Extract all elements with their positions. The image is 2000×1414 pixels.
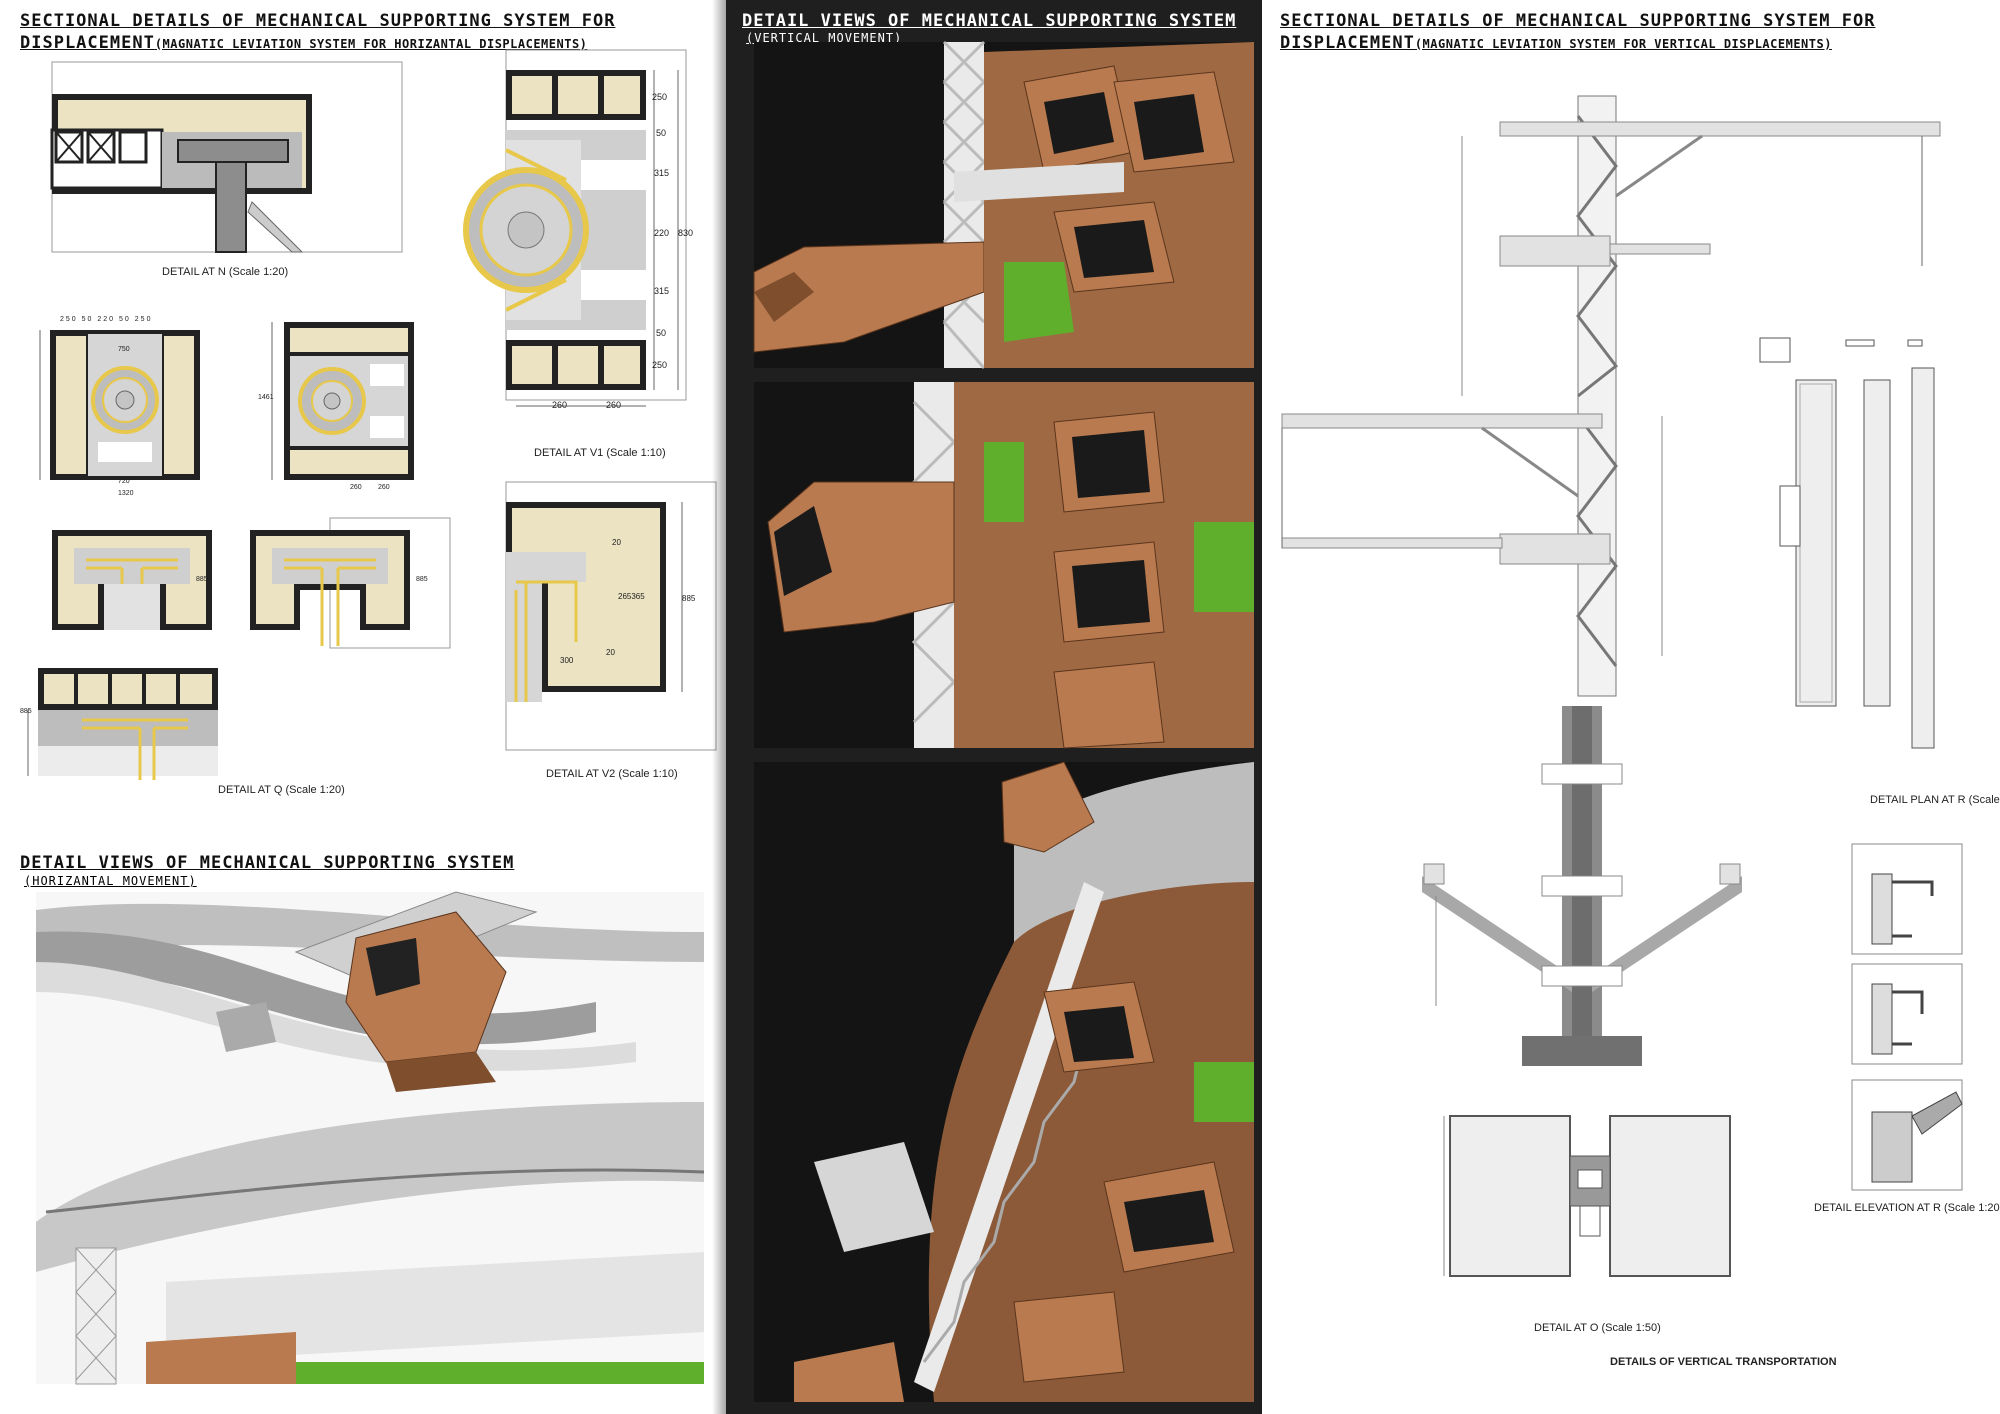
detail-v2-drawing xyxy=(505,481,717,751)
dim-v2-20a: 20 xyxy=(612,538,621,547)
horizontal-views-subtitle: (HORIZANTAL MOVEMENT) xyxy=(24,874,197,888)
dim-plan1-750: 750 xyxy=(118,346,130,353)
vertical-transport-label: DETAILS OF VERTICAL TRANSPORTATION xyxy=(1610,1356,1837,1368)
detail-o-label: DETAIL AT O (Scale 1:50) xyxy=(1534,1322,1661,1334)
dim-plan1-720: 720 xyxy=(118,478,130,485)
dim-v2-20b: 20 xyxy=(606,648,615,657)
dim-v2-885: 885 xyxy=(682,594,696,603)
vertical-truss-elevation xyxy=(1281,95,1941,697)
dim-section-a-885: 885 xyxy=(196,576,208,583)
dim-q-885: 885 xyxy=(20,708,32,715)
right-panel: SECTIONAL DETAILS OF MECHANICAL SUPPORTI… xyxy=(1262,0,2000,1414)
dim-v1-250a: 250 xyxy=(652,92,668,102)
dim-v1-315a: 315 xyxy=(654,168,670,178)
dim-v1-50b: 50 xyxy=(656,328,667,338)
left-panel: SECTIONAL DETAILS OF MECHANICAL SUPPORTI… xyxy=(0,0,726,1414)
detail-elevation-r-label: DETAIL ELEVATION AT R (Scale 1:20) xyxy=(1814,1202,2000,1214)
detail-plan-2-drawing xyxy=(271,322,414,480)
detail-v2-label: DETAIL AT V2 (Scale 1:10) xyxy=(546,768,678,780)
dim-v1-315b: 315 xyxy=(654,286,670,296)
left-panel-shadow xyxy=(712,0,726,1414)
detail-v1-drawing xyxy=(463,49,687,407)
detail-section-a-drawing xyxy=(52,530,212,630)
detail-elevation-r-drawing xyxy=(1851,843,1963,1191)
right-title: SECTIONAL DETAILS OF MECHANICAL SUPPORTI… xyxy=(1280,10,1990,55)
vertical-views-title: DETAIL VIEWS OF MECHANICAL SUPPORTING SY… xyxy=(742,11,1237,31)
detail-plan-r-label: DETAIL PLAN AT R (Scale 1:20) xyxy=(1870,794,2000,806)
dim-plan2-260b: 260 xyxy=(378,484,390,491)
plan1-top-dims: 250 50 220 50 250 xyxy=(60,316,153,323)
dim-v1-250b: 250 xyxy=(652,360,668,370)
vertical-render-3 xyxy=(754,761,1254,1402)
right-title-line1: SECTIONAL DETAILS OF MECHANICAL SUPPORTI… xyxy=(1280,11,1876,31)
dim-plan1-1320: 1320 xyxy=(118,490,134,497)
detail-o-column xyxy=(1422,706,1742,1066)
dim-section-b-885: 885 xyxy=(416,576,428,583)
dim-v1-260b: 260 xyxy=(606,400,622,410)
dim-v1-260a: 260 xyxy=(552,400,568,410)
detail-q-drawing xyxy=(27,668,218,780)
horizontal-views-title: DETAIL VIEWS OF MECHANICAL SUPPORTING SY… xyxy=(20,853,515,873)
left-title-line1: SECTIONAL DETAILS OF MECHANICAL SUPPORTI… xyxy=(20,11,616,31)
dim-v2-265365: 265365 xyxy=(618,592,645,601)
vertical-render-1 xyxy=(753,40,1254,369)
dim-v1-220: 220 xyxy=(654,228,670,238)
detail-section-b-drawing xyxy=(250,517,451,649)
dim-plan2-260a: 260 xyxy=(350,484,362,491)
detail-n-label: DETAIL AT N (Scale 1:20) xyxy=(162,266,289,278)
dim-plan2-1461: 1461 xyxy=(258,394,274,401)
detail-o-plan xyxy=(1443,1115,1731,1277)
dim-v1-830: 830 xyxy=(678,228,694,238)
detail-v1-label: DETAIL AT V1 (Scale 1:10) xyxy=(534,447,666,459)
detail-q-label: DETAIL AT Q (Scale 1:20) xyxy=(218,784,345,796)
middle-panel: DETAIL VIEWS OF MECHANICAL SUPPORTING SY… xyxy=(726,0,1262,1414)
right-title-line2: DISPLACEMENT(MAGNATIC LEVIATION SYSTEM F… xyxy=(1280,33,1832,53)
dim-v2-300: 300 xyxy=(560,656,574,665)
dim-v1-50a: 50 xyxy=(656,128,667,138)
detail-n-drawing xyxy=(50,61,403,253)
vertical-render-2 xyxy=(754,382,1254,749)
horizontal-movement-render xyxy=(36,891,705,1385)
left-title: SECTIONAL DETAILS OF MECHANICAL SUPPORTI… xyxy=(20,10,720,55)
detail-plan-r-drawing xyxy=(1759,337,1935,749)
